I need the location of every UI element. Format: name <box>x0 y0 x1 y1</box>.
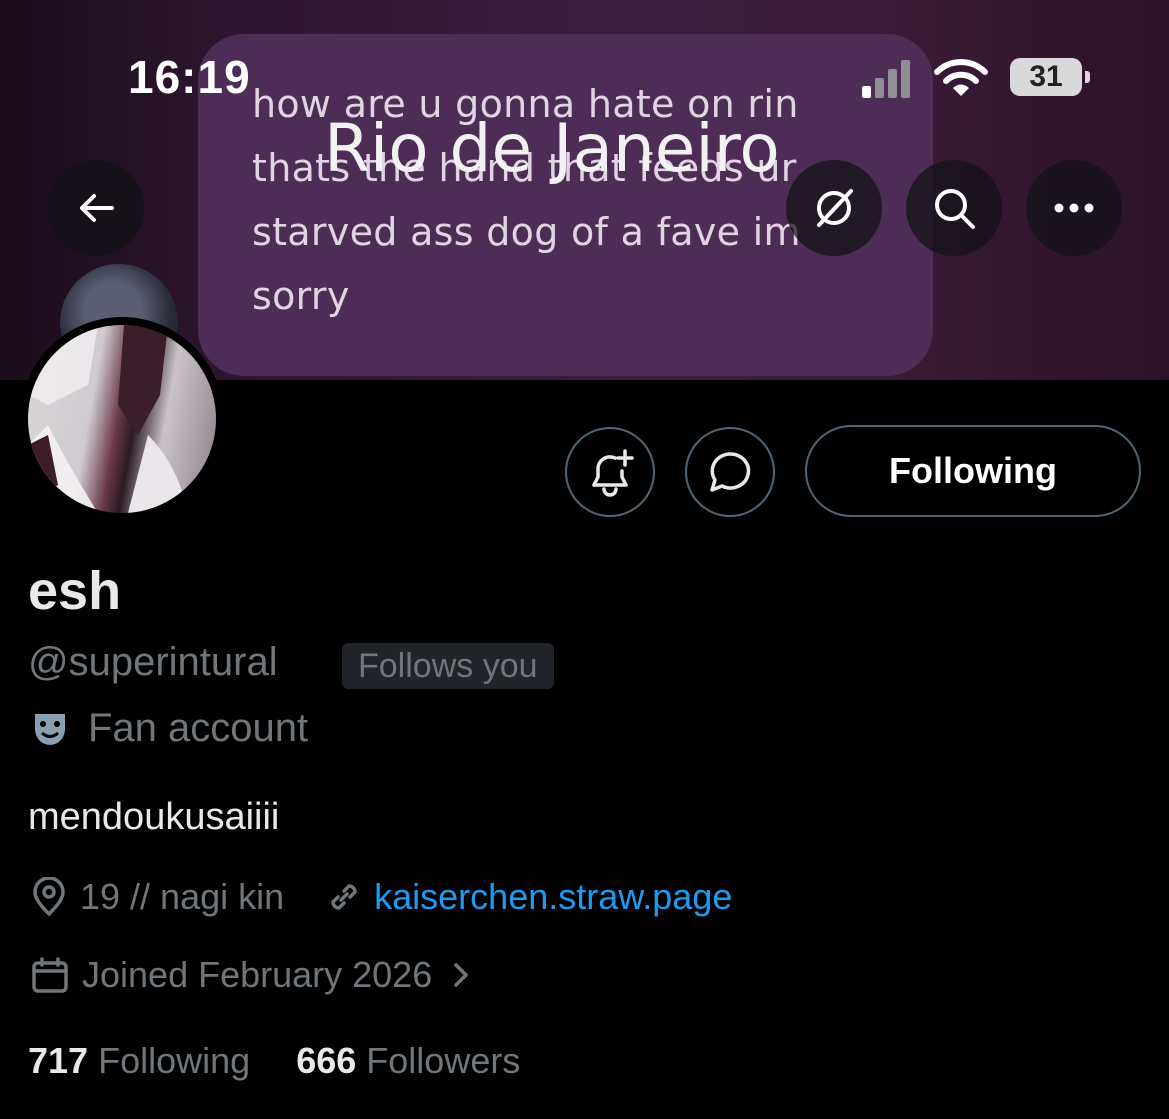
joined-date: Joined February 2026 <box>82 954 433 995</box>
wifi-icon <box>934 58 988 103</box>
followers-count: 666 <box>296 1040 357 1081</box>
location-title: Rio de Janeiro <box>324 110 780 187</box>
battery-indicator: 31 <box>1010 58 1090 96</box>
search-button[interactable] <box>906 160 1002 256</box>
grok-icon <box>817 189 853 227</box>
link-icon <box>331 884 357 910</box>
category-label: Fan account <box>88 706 309 750</box>
profile-handle: @superintural <box>28 640 278 684</box>
follows-you-badge: Follows you <box>342 643 554 689</box>
bell-plus-icon <box>592 449 634 497</box>
avatar-image <box>28 325 216 513</box>
search-icon <box>935 189 975 229</box>
stats-row: 717 Following 666 Followers <box>28 1040 520 1082</box>
following-button[interactable]: Following <box>805 425 1141 517</box>
back-button[interactable] <box>48 160 144 256</box>
notifications-button[interactable] <box>565 427 655 517</box>
more-button[interactable] <box>1026 160 1122 256</box>
cellular-signal-icon <box>862 58 916 98</box>
category-row: Fan account <box>30 706 308 751</box>
followers-stat-label: Followers <box>366 1040 521 1081</box>
back-arrow-icon <box>80 194 114 222</box>
following-count: 717 <box>28 1040 89 1081</box>
message-button[interactable] <box>685 427 775 517</box>
meta-row: 19 // nagi kin kaiserchen.straw.page <box>30 876 732 918</box>
message-icon <box>710 452 751 492</box>
calendar-icon <box>32 957 68 993</box>
display-name: esh <box>28 561 122 621</box>
more-icon <box>1054 203 1094 213</box>
following-stat[interactable]: 717 Following <box>28 1040 250 1081</box>
status-time: 16:19 <box>128 51 251 103</box>
location-pin-icon <box>33 877 65 917</box>
followers-stat[interactable]: 666 Followers <box>296 1040 520 1081</box>
following-stat-label: Following <box>98 1040 251 1081</box>
profile-avatar[interactable] <box>20 317 224 521</box>
website-link[interactable]: kaiserchen.straw.page <box>374 876 732 918</box>
joined-row[interactable]: Joined February 2026 <box>30 954 476 996</box>
grok-button[interactable] <box>786 160 882 256</box>
profile-bio: mendoukusaiiii <box>28 796 280 838</box>
chevron-right-icon <box>454 963 468 987</box>
location-text: 19 // nagi kin <box>80 876 285 917</box>
drama-mask-icon <box>35 713 65 745</box>
